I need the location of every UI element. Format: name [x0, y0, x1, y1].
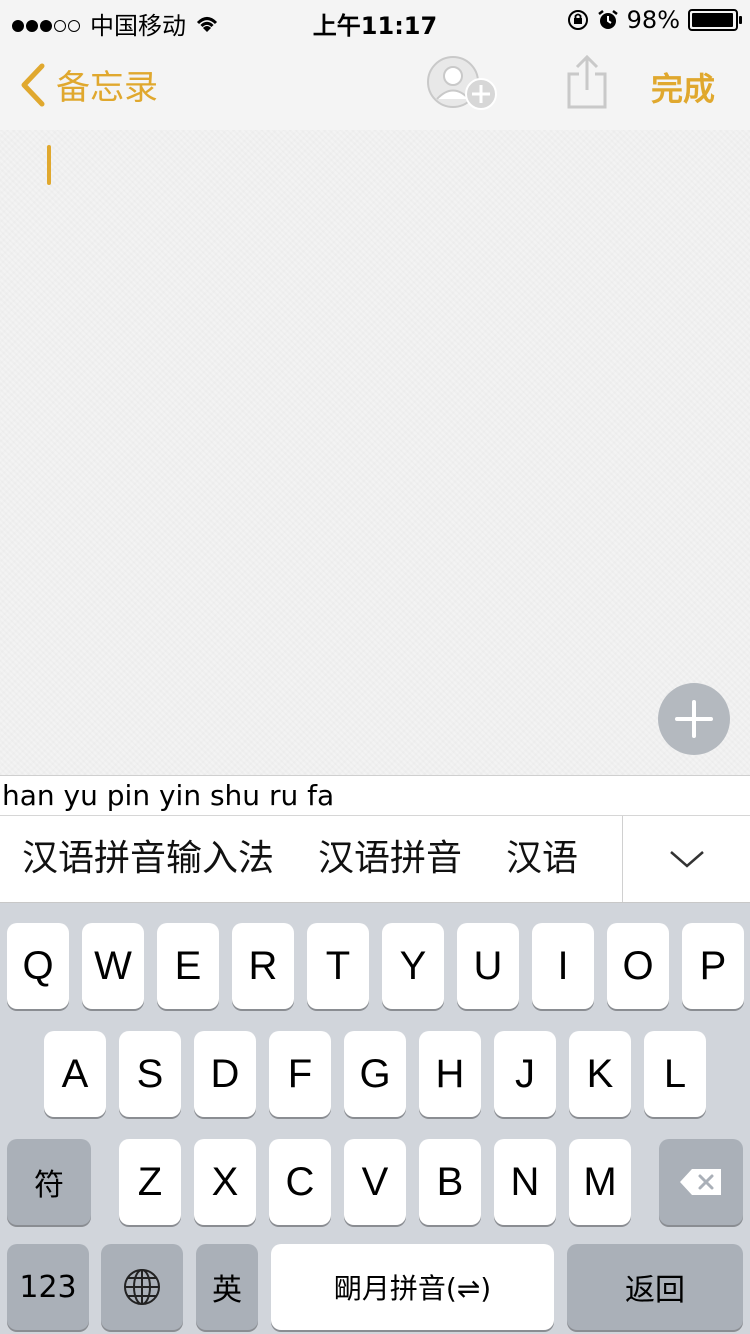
battery-fill: [692, 13, 734, 27]
key-f[interactable]: F: [269, 1031, 331, 1117]
ime-candidate-bar: 汉语拼音输入法 汉语拼音 汉语: [0, 815, 750, 903]
alarm-icon: [597, 10, 618, 29]
rotation-lock-icon: [567, 10, 588, 30]
key-d[interactable]: D: [194, 1031, 256, 1117]
battery-icon: [688, 9, 742, 31]
key-y[interactable]: Y: [382, 923, 444, 1009]
key-x[interactable]: X: [194, 1139, 256, 1225]
key-h[interactable]: H: [419, 1031, 481, 1117]
key-i[interactable]: I: [532, 923, 594, 1009]
backspace-icon: [680, 1169, 721, 1195]
candidate-2[interactable]: 汉语拼音: [318, 816, 462, 902]
key-a[interactable]: A: [44, 1031, 106, 1117]
key-g[interactable]: G: [344, 1031, 406, 1117]
key-j[interactable]: J: [494, 1031, 556, 1117]
text-cursor: [47, 145, 51, 185]
add-contact-button[interactable]: [425, 54, 499, 116]
status-right: 98%: [567, 6, 742, 34]
key-l[interactable]: L: [644, 1031, 706, 1117]
share-button[interactable]: [565, 54, 609, 114]
english-key[interactable]: 英: [196, 1244, 258, 1330]
back-button[interactable]: 备忘录: [20, 60, 158, 109]
globe-icon: [124, 1269, 160, 1305]
expand-candidates-button[interactable]: [622, 816, 750, 902]
ime-composition-text: han yu pin yin shu ru fa: [0, 775, 750, 815]
note-editor[interactable]: [0, 130, 750, 775]
candidate-3[interactable]: 汉语: [506, 816, 578, 902]
key-k[interactable]: K: [569, 1031, 631, 1117]
key-c[interactable]: C: [269, 1139, 331, 1225]
key-m[interactable]: M: [569, 1139, 631, 1225]
status-bar: 中国移动 上午11:17 98%: [0, 0, 750, 40]
key-z[interactable]: Z: [119, 1139, 181, 1225]
key-v[interactable]: V: [344, 1139, 406, 1225]
symbols-key[interactable]: 符: [7, 1139, 91, 1225]
keyboard: Q W E R T Y U I O P A S D F G H J K L 符 …: [0, 903, 750, 1334]
key-t[interactable]: T: [307, 923, 369, 1009]
key-r[interactable]: R: [232, 923, 294, 1009]
chevron-left-icon: [21, 63, 45, 106]
key-s[interactable]: S: [119, 1031, 181, 1117]
chevron-down-icon: [670, 851, 704, 868]
key-b[interactable]: B: [419, 1139, 481, 1225]
globe-key[interactable]: [101, 1244, 183, 1330]
key-o[interactable]: O: [607, 923, 669, 1009]
candidate-1[interactable]: 汉语拼音输入法: [22, 816, 274, 902]
navigation-bar: 备忘录 完成: [0, 40, 750, 130]
key-q[interactable]: Q: [7, 923, 69, 1009]
plus-icon: [675, 700, 713, 738]
return-key[interactable]: 返回: [567, 1244, 743, 1330]
candidate-list: 汉语拼音输入法 汉语拼音 汉语: [0, 816, 622, 902]
key-w[interactable]: W: [82, 923, 144, 1009]
key-u[interactable]: U: [457, 923, 519, 1009]
delete-key[interactable]: [659, 1139, 743, 1225]
key-e[interactable]: E: [157, 923, 219, 1009]
space-key[interactable]: 朙月拼音(⇌): [271, 1244, 554, 1330]
add-attachment-button[interactable]: [658, 683, 730, 755]
done-button[interactable]: 完成: [651, 64, 715, 110]
numbers-key[interactable]: 123: [7, 1244, 89, 1330]
key-p[interactable]: P: [682, 923, 744, 1009]
battery-percent: 98%: [626, 6, 680, 34]
share-icon: [567, 54, 607, 109]
back-label: 备忘录: [56, 68, 158, 108]
add-contact-icon: [427, 56, 497, 110]
key-n[interactable]: N: [494, 1139, 556, 1225]
